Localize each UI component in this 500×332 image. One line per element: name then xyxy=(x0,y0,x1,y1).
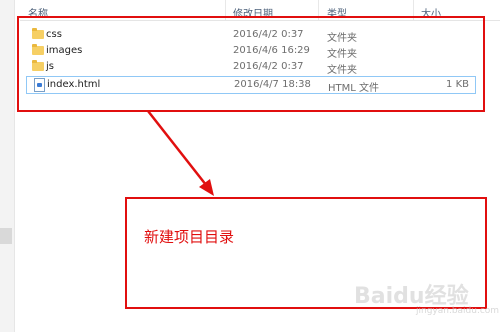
watermark-url: jingyan.baidu.com xyxy=(416,306,500,316)
annotation-text: 新建项目目录 xyxy=(144,228,235,246)
